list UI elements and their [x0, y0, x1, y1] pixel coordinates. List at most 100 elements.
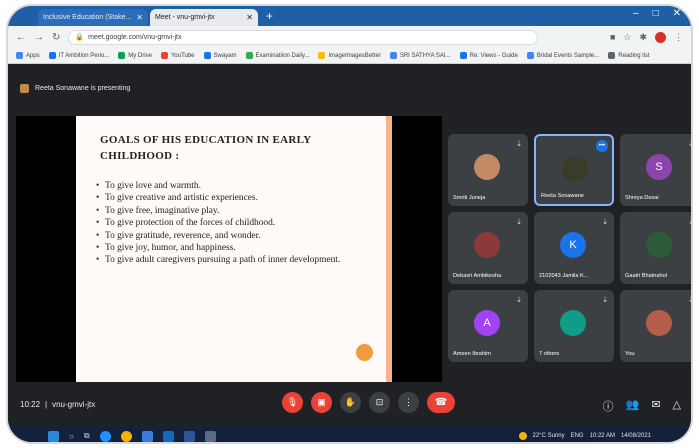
- menu-icon[interactable]: ⋮: [674, 32, 683, 43]
- bookmark-label: Re: Views - Guide: [469, 52, 518, 59]
- browser-tab-inclusive-education[interactable]: Inclusive Education (Stake... ✕: [38, 9, 148, 26]
- bookmark-item[interactable]: IT Ambition Perio...: [48, 52, 110, 59]
- bookmark-icon: [160, 52, 168, 59]
- participant-name: Smriti Juneja: [453, 195, 486, 201]
- close-window-button[interactable]: ✕: [673, 8, 681, 19]
- slide-bullet-list: To give love and warmth.To give creative…: [96, 180, 376, 267]
- bookmark-icon: [459, 52, 467, 59]
- bookmark-item[interactable]: Bridal Events Sample...: [526, 52, 600, 59]
- participant-tile[interactable]: S ⇣ Shreya Desai: [620, 134, 691, 206]
- minimize-button[interactable]: –: [633, 8, 639, 19]
- screenshot-frame: Inclusive Education (Stake... ✕ Meet - v…: [6, 4, 693, 444]
- bookmark-item[interactable]: YouTube: [160, 52, 195, 59]
- participant-name: Debasri Ambikesha: [453, 273, 502, 279]
- participant-avatar: [474, 154, 500, 180]
- slide-decoration-circle: [356, 344, 373, 361]
- mic-muted-icon: ⇣: [602, 297, 608, 304]
- bookmark-icon: [16, 52, 23, 59]
- bookmark-item[interactable]: Apps: [16, 52, 40, 59]
- address-bar[interactable]: 🔒 meet.google.com/vnu-gmvi-jtx: [68, 29, 539, 45]
- people-icon[interactable]: 👥: [626, 398, 640, 414]
- maximize-button[interactable]: □: [653, 8, 659, 19]
- task-view-icon[interactable]: ⧉: [84, 431, 90, 441]
- star-icon[interactable]: ☆: [623, 32, 631, 43]
- present-icon: ⊡: [375, 397, 384, 407]
- info-icon[interactable]: ⓘ: [603, 398, 614, 414]
- bookmark-item[interactable]: Re: Views - Guide: [459, 52, 518, 59]
- participant-tile[interactable]: ⇣ Gaatri Bhatnahol: [620, 212, 691, 284]
- mic-muted-icon: ⇣: [602, 219, 608, 226]
- participant-tile[interactable]: ••• Reeta Sonawane: [534, 134, 614, 206]
- slide-bullet-item: To give free, imaginative play.: [96, 205, 376, 218]
- app-icon[interactable]: [204, 430, 216, 442]
- back-icon[interactable]: ←: [16, 32, 26, 43]
- bookmark-icon: [118, 52, 126, 59]
- word-icon[interactable]: [183, 430, 195, 442]
- presenting-text: Reeta Sonawane is presenting: [35, 85, 131, 92]
- slide: Goals of his education in early childhoo…: [76, 116, 392, 382]
- presentation-area: Goals of his education in early childhoo…: [16, 116, 442, 382]
- lang-indicator: ENG: [570, 433, 584, 439]
- meeting-code: vnu-gmvi-jtx: [52, 400, 96, 409]
- bookmark-label: My Drive: [128, 52, 152, 59]
- bookmark-label: SRI SATHYA SAI...: [399, 52, 451, 59]
- more-options-button[interactable]: ⋮: [398, 392, 419, 413]
- close-tab-icon[interactable]: ✕: [136, 13, 143, 22]
- store-icon[interactable]: [162, 430, 174, 442]
- extensions-icon[interactable]: ✱: [639, 32, 647, 43]
- bookmark-icon: [526, 52, 534, 59]
- chrome-icon[interactable]: [120, 430, 132, 442]
- bookmark-item[interactable]: Swayam: [203, 52, 237, 59]
- reload-icon[interactable]: ↻: [52, 32, 60, 43]
- window-controls: – □ ✕: [633, 8, 681, 19]
- weather-text: 22°C Sunny: [532, 433, 565, 439]
- bookmark-item[interactable]: SRI SATHYA SAI...: [389, 52, 451, 59]
- mic-muted-icon: ⇣: [516, 219, 522, 226]
- camera-icon[interactable]: ■: [610, 32, 615, 43]
- participant-tile[interactable]: K ⇣ 2102043 Jamila K...: [534, 212, 614, 284]
- activities-icon[interactable]: △: [673, 398, 681, 414]
- edge-icon[interactable]: [99, 430, 111, 442]
- close-tab-icon[interactable]: ✕: [246, 13, 253, 22]
- camera-off-button[interactable]: ▣: [311, 392, 332, 413]
- mic-muted-icon: ⇣: [688, 140, 691, 148]
- profile-avatar[interactable]: [655, 31, 666, 43]
- participant-tile[interactable]: ⇣ Smriti Juneja: [448, 134, 528, 206]
- search-icon[interactable]: ○: [69, 432, 74, 441]
- end-call-button[interactable]: ☎: [427, 392, 455, 413]
- clock-date: 14/08/2021: [620, 433, 651, 439]
- bookmark-label: Bridal Events Sample...: [536, 52, 600, 59]
- bookmark-item[interactable]: ImageImagesBetter: [318, 52, 381, 59]
- divider: |: [45, 400, 48, 409]
- participant-tile[interactable]: ⇣ You: [620, 290, 691, 362]
- new-tab-button[interactable]: +: [266, 9, 273, 23]
- chat-icon[interactable]: ✉: [651, 398, 660, 414]
- file-explorer-icon[interactable]: [141, 430, 153, 442]
- present-button[interactable]: ⊡: [369, 392, 390, 413]
- bookmark-item[interactable]: My Drive: [118, 52, 152, 59]
- mic-muted-icon: ⇣: [688, 218, 691, 226]
- participant-name: Shreya Desai: [625, 195, 659, 201]
- mic-muted-icon: ⇣: [516, 297, 522, 304]
- participant-name: 2102043 Jamila K...: [539, 273, 589, 279]
- browser-tab-meet[interactable]: Meet - vnu-gmvi-jtx ✕: [150, 9, 258, 26]
- system-tray: 22°C Sunny ENG 10:22 AM 14/08/2021: [518, 432, 651, 440]
- start-icon[interactable]: [48, 430, 59, 442]
- mic-off-button[interactable]: 🎙: [282, 392, 303, 413]
- bookmark-icon: [48, 52, 56, 59]
- participant-tile[interactable]: ⇣ 7 others: [534, 290, 614, 362]
- slide-bullet-item: To give creative and artistic experience…: [96, 192, 376, 205]
- bookmark-icon: [389, 52, 397, 59]
- participant-tile[interactable]: ⇣ Debasri Ambikesha: [448, 212, 528, 284]
- participant-tile[interactable]: A ⇣ Ameen Ibrahim: [448, 290, 528, 362]
- bookmark-label: Reading list: [618, 52, 650, 59]
- bookmark-item[interactable]: Examinatiion Daily...: [245, 52, 309, 59]
- bookmark-label: IT Ambition Perio...: [58, 52, 110, 59]
- forward-icon[interactable]: →: [34, 32, 44, 43]
- participant-avatar: [646, 310, 672, 336]
- participant-avatar: [474, 232, 500, 258]
- tile-options-badge[interactable]: •••: [596, 140, 608, 152]
- raise-hand-button[interactable]: ✋: [340, 392, 361, 413]
- mic-muted-icon: ⇣: [516, 141, 522, 148]
- bookmark-item[interactable]: Reading list: [608, 52, 650, 59]
